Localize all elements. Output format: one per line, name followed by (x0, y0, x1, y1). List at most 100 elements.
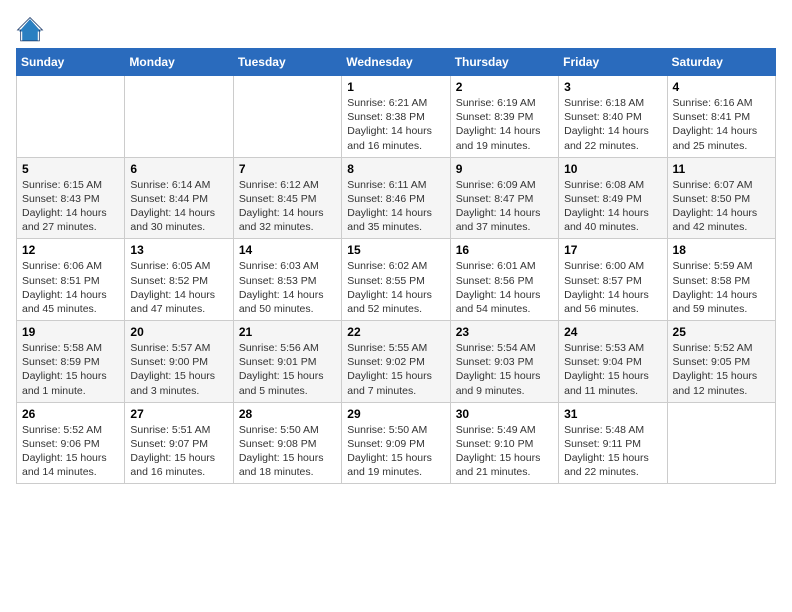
weekday-header-monday: Monday (125, 49, 233, 76)
calendar-table: SundayMondayTuesdayWednesdayThursdayFrid… (16, 48, 776, 484)
calendar-cell: 29 Sunrise: 5:50 AM Sunset: 9:09 PM Dayli… (342, 402, 450, 484)
calendar-cell: 15 Sunrise: 6:02 AM Sunset: 8:55 PM Dayli… (342, 239, 450, 321)
day-number: 28 (239, 407, 336, 421)
calendar-cell: 24 Sunrise: 5:53 AM Sunset: 9:04 PM Dayli… (559, 321, 667, 403)
day-number: 24 (564, 325, 661, 339)
calendar-cell: 10 Sunrise: 6:08 AM Sunset: 8:49 PM Dayli… (559, 157, 667, 239)
day-number: 27 (130, 407, 227, 421)
day-detail: Sunrise: 6:12 AM Sunset: 8:45 PM Dayligh… (239, 178, 336, 235)
day-number: 14 (239, 243, 336, 257)
day-number: 9 (456, 162, 553, 176)
calendar-week-4: 19 Sunrise: 5:58 AM Sunset: 8:59 PM Dayli… (17, 321, 776, 403)
calendar-cell: 16Sunrise: 6:01 AM Sunset: 8:56 PM Dayli… (450, 239, 558, 321)
day-detail: Sunrise: 5:50 AM Sunset: 9:08 PM Dayligh… (239, 423, 336, 480)
day-detail: Sunrise: 5:54 AM Sunset: 9:03 PM Dayligh… (456, 341, 553, 398)
weekday-header-friday: Friday (559, 49, 667, 76)
logo-icon (16, 16, 44, 44)
day-number: 20 (130, 325, 227, 339)
day-number: 7 (239, 162, 336, 176)
day-detail: Sunrise: 5:51 AM Sunset: 9:07 PM Dayligh… (130, 423, 227, 480)
day-detail: Sunrise: 6:00 AM Sunset: 8:57 PM Dayligh… (564, 259, 661, 316)
day-number: 2 (456, 80, 553, 94)
day-number: 29 (347, 407, 444, 421)
day-number: 17 (564, 243, 661, 257)
calendar-header: SundayMondayTuesdayWednesdayThursdayFrid… (17, 49, 776, 76)
day-detail: Sunrise: 6:08 AM Sunset: 8:49 PM Dayligh… (564, 178, 661, 235)
day-number: 13 (130, 243, 227, 257)
day-number: 10 (564, 162, 661, 176)
calendar-cell: 27 Sunrise: 5:51 AM Sunset: 9:07 PM Dayli… (125, 402, 233, 484)
weekday-header-wednesday: Wednesday (342, 49, 450, 76)
calendar-cell: 20 Sunrise: 5:57 AM Sunset: 9:00 PM Dayli… (125, 321, 233, 403)
calendar-week-1: 1 Sunrise: 6:21 AM Sunset: 8:38 PM Daylig… (17, 76, 776, 158)
calendar-week-5: 26 Sunrise: 5:52 AM Sunset: 9:06 PM Dayli… (17, 402, 776, 484)
day-number: 26 (22, 407, 119, 421)
day-detail: Sunrise: 5:50 AM Sunset: 9:09 PM Dayligh… (347, 423, 444, 480)
day-detail: Sunrise: 5:49 AM Sunset: 9:10 PM Dayligh… (456, 423, 553, 480)
calendar-cell: 11Sunrise: 6:07 AM Sunset: 8:50 PM Dayli… (667, 157, 775, 239)
day-number: 22 (347, 325, 444, 339)
calendar-cell: 26 Sunrise: 5:52 AM Sunset: 9:06 PM Dayli… (17, 402, 125, 484)
calendar-cell: 6Sunrise: 6:14 AM Sunset: 8:44 PM Daylig… (125, 157, 233, 239)
calendar-week-2: 5Sunrise: 6:15 AM Sunset: 8:43 PM Daylig… (17, 157, 776, 239)
calendar-cell: 2 Sunrise: 6:19 AM Sunset: 8:39 PM Daylig… (450, 76, 558, 158)
day-number: 23 (456, 325, 553, 339)
calendar-cell: 30 Sunrise: 5:49 AM Sunset: 9:10 PM Dayli… (450, 402, 558, 484)
day-number: 19 (22, 325, 119, 339)
day-number: 16 (456, 243, 553, 257)
calendar-cell: 4 Sunrise: 6:16 AM Sunset: 8:41 PM Daylig… (667, 76, 775, 158)
calendar-cell: 28 Sunrise: 5:50 AM Sunset: 9:08 PM Dayli… (233, 402, 341, 484)
day-detail: Sunrise: 6:09 AM Sunset: 8:47 PM Dayligh… (456, 178, 553, 235)
calendar-cell: 19 Sunrise: 5:58 AM Sunset: 8:59 PM Dayli… (17, 321, 125, 403)
day-detail: Sunrise: 5:53 AM Sunset: 9:04 PM Dayligh… (564, 341, 661, 398)
day-detail: Sunrise: 6:03 AM Sunset: 8:53 PM Dayligh… (239, 259, 336, 316)
calendar-cell: 9 Sunrise: 6:09 AM Sunset: 8:47 PM Daylig… (450, 157, 558, 239)
weekday-header-sunday: Sunday (17, 49, 125, 76)
calendar-cell (667, 402, 775, 484)
day-number: 1 (347, 80, 444, 94)
day-number: 25 (673, 325, 770, 339)
day-detail: Sunrise: 6:15 AM Sunset: 8:43 PM Dayligh… (22, 178, 119, 235)
day-number: 15 (347, 243, 444, 257)
page-header (16, 16, 776, 44)
weekday-header-tuesday: Tuesday (233, 49, 341, 76)
day-detail: Sunrise: 5:52 AM Sunset: 9:05 PM Dayligh… (673, 341, 770, 398)
calendar-cell: 13 Sunrise: 6:05 AM Sunset: 8:52 PM Dayli… (125, 239, 233, 321)
day-detail: Sunrise: 6:07 AM Sunset: 8:50 PM Dayligh… (673, 178, 770, 235)
calendar-cell: 22 Sunrise: 5:55 AM Sunset: 9:02 PM Dayli… (342, 321, 450, 403)
day-detail: Sunrise: 6:05 AM Sunset: 8:52 PM Dayligh… (130, 259, 227, 316)
day-number: 12 (22, 243, 119, 257)
day-number: 3 (564, 80, 661, 94)
day-number: 31 (564, 407, 661, 421)
logo (16, 16, 48, 44)
calendar-cell: 31 Sunrise: 5:48 AM Sunset: 9:11 PM Dayli… (559, 402, 667, 484)
calendar-cell: 1 Sunrise: 6:21 AM Sunset: 8:38 PM Daylig… (342, 76, 450, 158)
day-detail: Sunrise: 5:59 AM Sunset: 8:58 PM Dayligh… (673, 259, 770, 316)
calendar-cell: 23 Sunrise: 5:54 AM Sunset: 9:03 PM Dayli… (450, 321, 558, 403)
calendar-cell: 12Sunrise: 6:06 AM Sunset: 8:51 PM Dayli… (17, 239, 125, 321)
day-detail: Sunrise: 5:57 AM Sunset: 9:00 PM Dayligh… (130, 341, 227, 398)
day-detail: Sunrise: 5:58 AM Sunset: 8:59 PM Dayligh… (22, 341, 119, 398)
day-detail: Sunrise: 5:55 AM Sunset: 9:02 PM Dayligh… (347, 341, 444, 398)
calendar-cell: 7 Sunrise: 6:12 AM Sunset: 8:45 PM Daylig… (233, 157, 341, 239)
day-detail: Sunrise: 6:14 AM Sunset: 8:44 PM Dayligh… (130, 178, 227, 235)
day-detail: Sunrise: 6:11 AM Sunset: 8:46 PM Dayligh… (347, 178, 444, 235)
day-detail: Sunrise: 6:21 AM Sunset: 8:38 PM Dayligh… (347, 96, 444, 153)
calendar-cell: 21Sunrise: 5:56 AM Sunset: 9:01 PM Dayli… (233, 321, 341, 403)
calendar-cell: 17 Sunrise: 6:00 AM Sunset: 8:57 PM Dayli… (559, 239, 667, 321)
day-detail: Sunrise: 5:52 AM Sunset: 9:06 PM Dayligh… (22, 423, 119, 480)
day-detail: Sunrise: 6:19 AM Sunset: 8:39 PM Dayligh… (456, 96, 553, 153)
day-detail: Sunrise: 6:02 AM Sunset: 8:55 PM Dayligh… (347, 259, 444, 316)
day-number: 4 (673, 80, 770, 94)
weekday-header-saturday: Saturday (667, 49, 775, 76)
weekday-header-thursday: Thursday (450, 49, 558, 76)
day-number: 8 (347, 162, 444, 176)
day-detail: Sunrise: 5:48 AM Sunset: 9:11 PM Dayligh… (564, 423, 661, 480)
day-number: 30 (456, 407, 553, 421)
calendar-cell: 8 Sunrise: 6:11 AM Sunset: 8:46 PM Daylig… (342, 157, 450, 239)
calendar-cell (125, 76, 233, 158)
calendar-cell (17, 76, 125, 158)
day-number: 21 (239, 325, 336, 339)
day-detail: Sunrise: 6:16 AM Sunset: 8:41 PM Dayligh… (673, 96, 770, 153)
calendar-cell (233, 76, 341, 158)
